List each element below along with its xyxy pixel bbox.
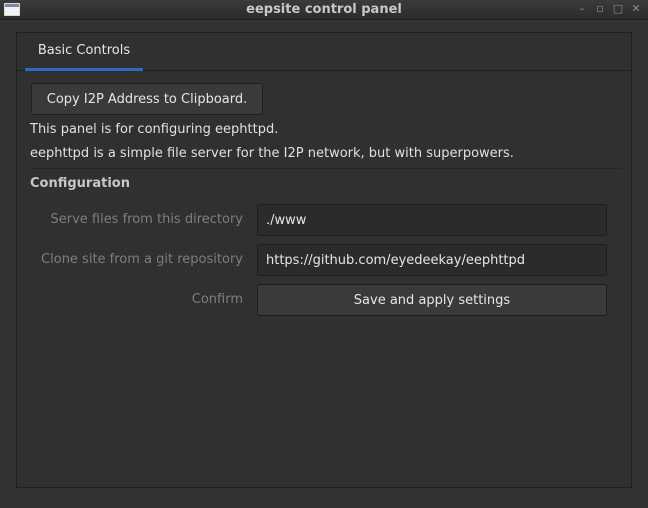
restore-icon[interactable]: ▫ [594, 2, 606, 16]
save-apply-button[interactable]: Save and apply settings [257, 284, 607, 316]
app-window: eepsite control panel – ▫ □ ✕ Basic Cont… [0, 0, 648, 508]
git-repository-label: Clone site from a git repository [41, 252, 243, 267]
tab-basic-controls-label: Basic Controls [37, 43, 131, 58]
info-text-1: This panel is for configuring eephttpd. [30, 122, 279, 137]
window-controls: – ▫ □ ✕ [576, 2, 642, 16]
git-repository-input[interactable] [257, 244, 607, 276]
section-divider [29, 168, 621, 169]
window-title: eepsite control panel [246, 2, 402, 17]
active-tab-indicator [25, 68, 143, 71]
close-icon[interactable]: ✕ [630, 2, 642, 16]
maximize-icon[interactable]: □ [612, 2, 624, 16]
tab-basic-controls[interactable]: Basic Controls [25, 33, 143, 71]
title-bar[interactable]: eepsite control panel – ▫ □ ✕ [0, 0, 648, 20]
confirm-label: Confirm [191, 292, 243, 307]
tab-panel: Basic Controls Copy I2P Address to Clipb… [16, 32, 632, 488]
tab-bar: Basic Controls [17, 33, 631, 71]
serve-directory-input[interactable] [257, 204, 607, 236]
minimize-icon[interactable]: – [576, 2, 588, 16]
copy-address-button[interactable]: Copy I2P Address to Clipboard. [31, 83, 263, 115]
info-text-2: eephttpd is a simple file server for the… [30, 146, 514, 161]
configuration-heading: Configuration [30, 176, 130, 191]
serve-directory-label: Serve files from this directory [50, 212, 243, 227]
